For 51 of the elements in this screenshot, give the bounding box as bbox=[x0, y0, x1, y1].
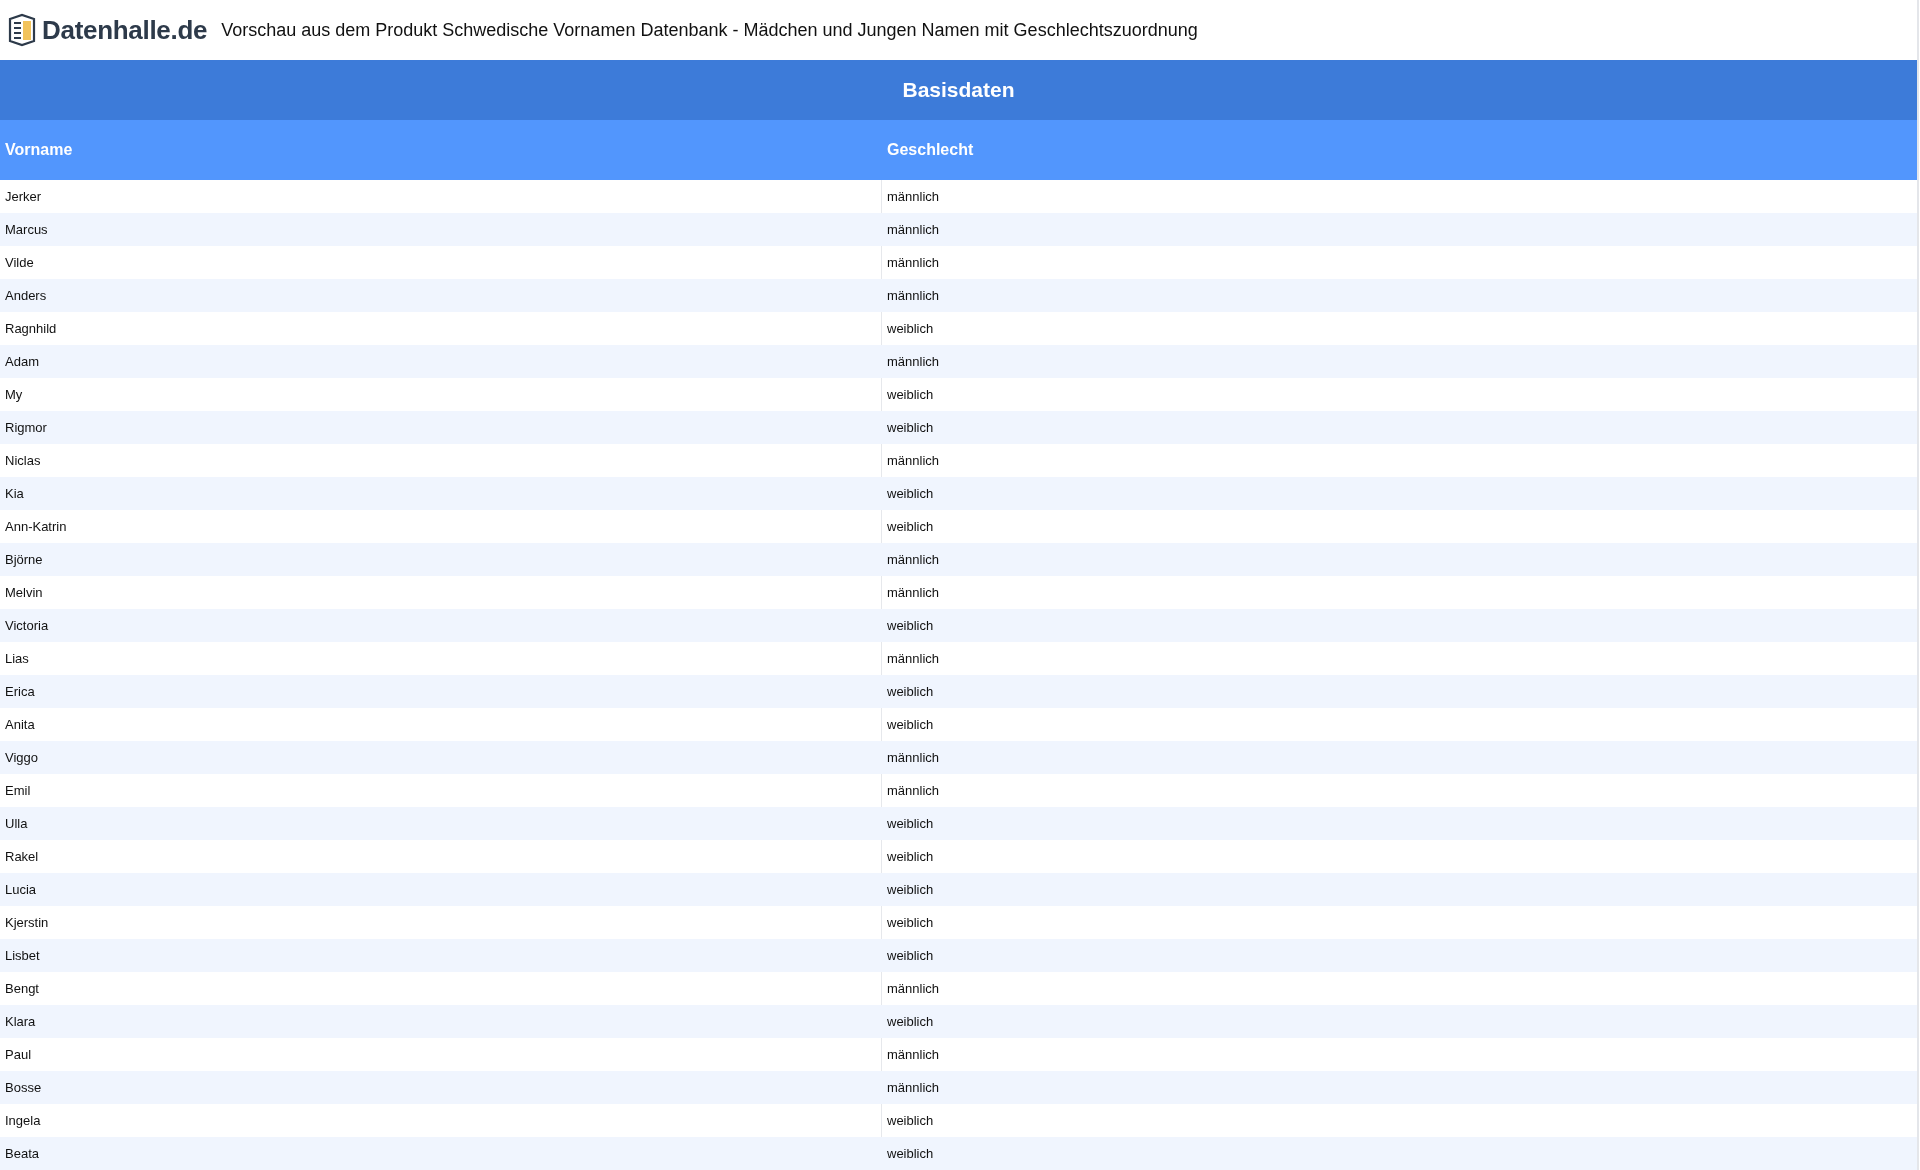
table-cell-text: Anders bbox=[4, 287, 48, 305]
logo-text: Datenhalle.de bbox=[42, 14, 208, 46]
table-cell-text: Ulla bbox=[4, 815, 29, 833]
table-cell-text: Adam bbox=[4, 353, 40, 371]
table-cell-text: männlich bbox=[886, 287, 941, 305]
table-cell-text: Victoria bbox=[4, 617, 50, 635]
table-cell-text: weiblich bbox=[886, 617, 935, 635]
page-title: Vorschau aus dem Produkt Schwedische Vornamen Datenbank - Mädchen und Jungen Namen mit Geschlechtszuordnung bbox=[221, 19, 1198, 41]
table-cell-text: weiblich bbox=[886, 683, 935, 701]
table-cell-text: weiblich bbox=[886, 386, 935, 404]
table-cell-text: weiblich bbox=[886, 485, 935, 503]
table-cell-text: weiblich bbox=[886, 815, 935, 833]
table-cell-text: weiblich bbox=[886, 848, 935, 866]
table-cell-text: Björne bbox=[4, 551, 44, 569]
group-header: Basisdaten bbox=[0, 60, 1917, 120]
table-cell-text: männlich bbox=[886, 551, 941, 569]
table-cell-text: männlich bbox=[886, 980, 941, 998]
table-cell-text: männlich bbox=[886, 749, 941, 767]
table-cell-text: Erica bbox=[4, 683, 36, 701]
column-header: Geschlecht bbox=[886, 140, 975, 160]
table-cell-text: Lucia bbox=[4, 881, 38, 899]
table-cell-text: Rigmor bbox=[4, 419, 48, 437]
table-cell-text: Bosse bbox=[4, 1079, 43, 1097]
table-cell-text: Klara bbox=[4, 1013, 37, 1031]
table-cell-text: männlich bbox=[886, 452, 941, 470]
table-cell-text: weiblich bbox=[886, 914, 935, 932]
table-cell-text: männlich bbox=[886, 221, 941, 239]
table-cell-text: weiblich bbox=[886, 1145, 935, 1163]
table-cell-text: männlich bbox=[886, 188, 941, 206]
table-cell-text: Lisbet bbox=[4, 947, 41, 965]
table-cell-text: weiblich bbox=[886, 320, 935, 338]
logo-icon bbox=[6, 13, 38, 47]
table-cell-text: männlich bbox=[886, 782, 941, 800]
table-cell-text: männlich bbox=[886, 650, 941, 668]
table-cell-text: weiblich bbox=[886, 1112, 935, 1130]
table-cell-text: weiblich bbox=[886, 947, 935, 965]
column-header: Vorname bbox=[4, 140, 74, 160]
table-cell-text: weiblich bbox=[886, 881, 935, 899]
table-cell-text: weiblich bbox=[886, 1013, 935, 1031]
table-cell-text: Viggo bbox=[4, 749, 39, 767]
table-cell-text: männlich bbox=[886, 584, 941, 602]
table-cell-text: Beata bbox=[4, 1145, 40, 1163]
table-cell-text: weiblich bbox=[886, 716, 935, 734]
table-cell-text: weiblich bbox=[886, 419, 935, 437]
table-cell-text: männlich bbox=[886, 1079, 941, 1097]
table-cell-text: männlich bbox=[886, 254, 941, 272]
table-cell-text: Kia bbox=[4, 485, 25, 503]
table-cell-text: weiblich bbox=[886, 518, 935, 536]
table-cell-text: männlich bbox=[886, 353, 941, 371]
table-cell-text: Marcus bbox=[4, 221, 49, 239]
table-cell-text: männlich bbox=[886, 1046, 941, 1064]
